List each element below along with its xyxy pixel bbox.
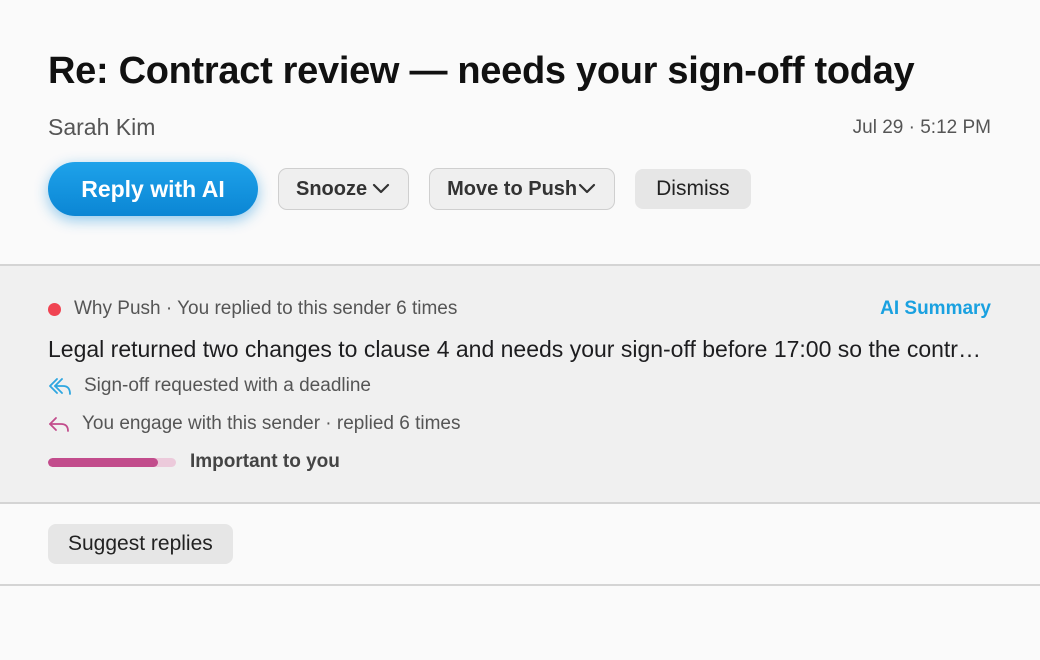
move-to-push-label: Move to Push: [447, 177, 578, 200]
reason-engagement: You engage with this sender · replied 6 …: [48, 413, 460, 435]
why-push-row: Why Push · You replied to this sender 6 …: [48, 298, 457, 320]
reply-icon: [49, 417, 69, 432]
divider: [0, 584, 1040, 586]
reply-with-ai-button[interactable]: Reply with AI: [48, 162, 258, 216]
push-reason-panel: Why Push · You replied to this sender 6 …: [0, 266, 1040, 502]
chevron-down-icon: [579, 183, 596, 194]
reply-all-icon: [49, 378, 71, 395]
why-push-text: Why Push · You replied to this sender 6 …: [74, 298, 458, 319]
suggest-replies-button[interactable]: Suggest replies: [48, 524, 233, 564]
ai-summary-link[interactable]: AI Summary: [880, 298, 991, 320]
action-bar: Reply with AI Snooze Move to Push Dismis…: [48, 162, 751, 216]
importance-bar: [48, 457, 176, 467]
dismiss-button[interactable]: Dismiss: [635, 169, 751, 209]
priority-dot: [48, 302, 61, 316]
email-timestamp: Jul 29 · 5:12 PM: [852, 117, 991, 138]
importance-bar-fill: [48, 457, 159, 467]
importance-row: Important to you: [48, 451, 340, 473]
snooze-button[interactable]: Snooze: [278, 168, 410, 210]
email-subject: Re: Contract review — needs your sign-of…: [48, 50, 915, 92]
reason-text: Sign-off requested with a deadline: [84, 375, 371, 396]
sender-name[interactable]: Sarah Kim: [48, 114, 155, 141]
suggest-area: Suggest replies: [0, 504, 1040, 584]
ai-summary-text: Legal returned two changes to clause 4 a…: [48, 336, 992, 362]
snooze-label: Snooze: [296, 177, 368, 200]
chevron-down-icon: [373, 183, 390, 194]
move-to-push-button[interactable]: Move to Push: [429, 168, 616, 210]
reason-text: You engage with this sender · replied 6 …: [82, 413, 461, 434]
importance-label: Important to you: [190, 451, 340, 472]
email-header: Re: Contract review — needs your sign-of…: [0, 0, 1040, 264]
reason-deadline: Sign-off requested with a deadline: [48, 375, 371, 397]
